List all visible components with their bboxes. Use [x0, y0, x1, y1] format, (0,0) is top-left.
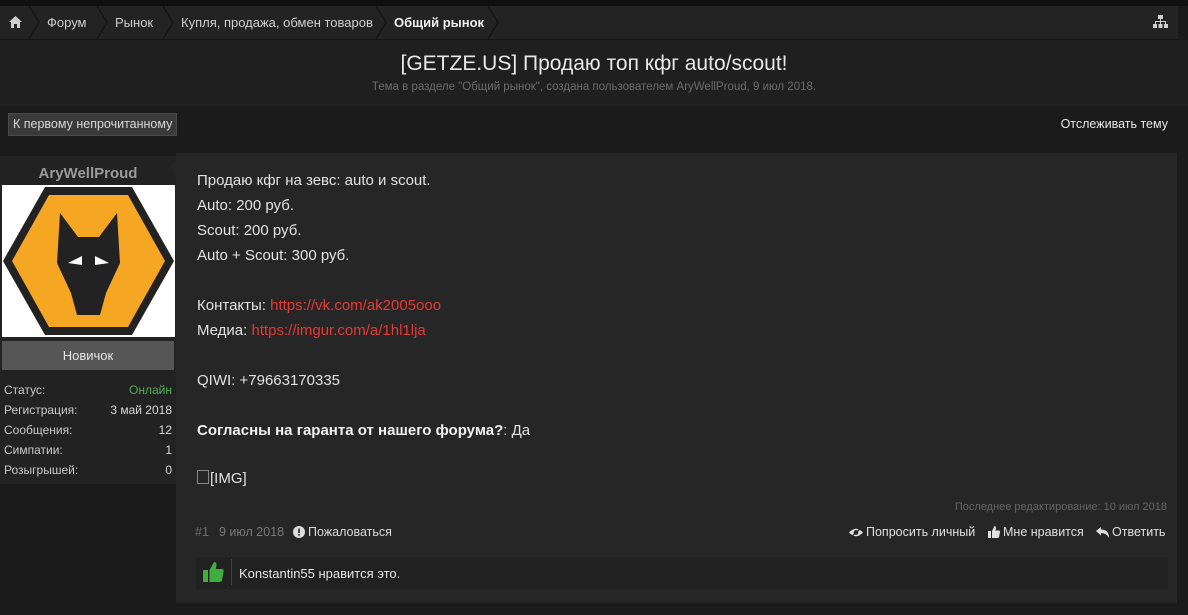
- contacts-line: Контакты: https://vk.com/ak2005ooo: [197, 297, 441, 314]
- broken-image-icon: [197, 470, 209, 484]
- report-label: Пожаловаться: [308, 525, 392, 539]
- user-stat-likes: Симпатии: 1: [4, 443, 172, 463]
- post-arrow: [170, 160, 177, 174]
- guarantee-answer: : Да: [503, 422, 531, 439]
- stat-label: Сообщения:: [4, 423, 73, 437]
- thumbs-up-icon: [203, 562, 224, 582]
- exclamation-circle-icon: [293, 526, 305, 538]
- breadcrumb-separator: [487, 6, 499, 39]
- report-link[interactable]: Пожаловаться: [293, 525, 392, 539]
- reply-button[interactable]: Ответить: [1096, 525, 1165, 539]
- private-request-link[interactable]: Попросить личный: [849, 525, 975, 539]
- stat-value: Онлайн: [129, 383, 172, 397]
- like-button[interactable]: Мне нравится: [988, 525, 1084, 539]
- likes-divider: [231, 559, 232, 585]
- reply-label: Ответить: [1112, 525, 1166, 539]
- post-line: Продаю кфг на зевс: auto и scout.: [197, 172, 431, 189]
- user-stat-status: Статус: Онлайн: [4, 383, 172, 403]
- breadcrumb-trade[interactable]: Купля, продажа, обмен товаров: [165, 6, 373, 39]
- guarantee-question: Согласны на гаранта от нашего форума?: [197, 422, 504, 439]
- right-gap: [1178, 6, 1188, 39]
- reply-icon: [1096, 527, 1109, 538]
- user-stat-registration: Регистрация: 3 май 2018: [4, 403, 172, 423]
- home-icon[interactable]: [9, 16, 22, 28]
- stat-label: Розыгрышей:: [4, 463, 79, 477]
- contacts-label: Контакты:: [197, 297, 271, 314]
- thread-action-bar: [0, 106, 1188, 142]
- media-link[interactable]: https://imgur.com/a/1hl1lja: [252, 322, 426, 339]
- watch-thread-link[interactable]: Отслеживать тему: [1061, 117, 1168, 131]
- user-stat-giveaways: Розыгрышей: 0: [4, 463, 172, 483]
- like-label: Мне нравится: [1003, 525, 1084, 539]
- likes-text[interactable]: Konstantin55 нравится это.: [239, 566, 400, 581]
- stat-value: 12: [158, 423, 172, 437]
- post-number[interactable]: #1: [195, 525, 209, 539]
- thumbs-up-icon: [988, 526, 1000, 538]
- media-line: Медиа: https://imgur.com/a/1hl1lja: [197, 322, 426, 339]
- post-line: Auto + Scout: 300 руб.: [197, 247, 350, 264]
- wolf-logo-icon: [3, 187, 174, 335]
- thread-subtitle: Тема в разделе "Общий рынок", создана по…: [371, 81, 817, 93]
- contacts-link[interactable]: https://vk.com/ak2005ooo: [270, 297, 441, 314]
- breadcrumb-general-market[interactable]: Общий рынок: [378, 6, 484, 39]
- media-label: Медиа:: [197, 322, 252, 339]
- private-request-label: Попросить личный: [866, 525, 976, 539]
- breadcrumb: Форум Рынок Купля, продажа, обмен товаро…: [0, 6, 1178, 40]
- broken-image[interactable]: [IMG]: [197, 470, 247, 487]
- stat-value: 3 май 2018: [110, 403, 172, 417]
- user-rank-badge: Новичок: [2, 341, 174, 370]
- thread-title: [GETZE.US] Продаю топ кфг auto/scout!: [400, 52, 788, 75]
- stat-label: Регистрация:: [4, 403, 78, 417]
- qiwi-line: QIWI: +79663170335: [197, 372, 341, 389]
- sitemap-icon[interactable]: [1153, 15, 1168, 29]
- user-stat-messages: Сообщения: 12: [4, 423, 172, 443]
- first-unread-button[interactable]: К первому непрочитанному: [8, 113, 178, 136]
- post-date[interactable]: 9 июл 2018: [219, 525, 284, 539]
- eye-icon: [849, 527, 863, 538]
- breadcrumb-market[interactable]: Рынок: [99, 6, 153, 39]
- stat-label: Статус:: [4, 383, 46, 397]
- post-line: Scout: 200 руб.: [197, 222, 302, 239]
- image-alt-text: [IMG]: [210, 470, 247, 487]
- stat-value: 0: [165, 463, 172, 477]
- avatar[interactable]: [2, 185, 175, 337]
- breadcrumb-forum[interactable]: Форум: [31, 6, 87, 39]
- guarantee-line: Согласны на гаранта от нашего форума?: Д…: [197, 422, 530, 439]
- last-edited: Последнее редактирование: 10 июл 2018: [954, 501, 1167, 513]
- username[interactable]: AryWellProud: [0, 165, 176, 182]
- stat-value: 1: [165, 443, 172, 457]
- post-line: Auto: 200 руб.: [197, 197, 294, 214]
- stat-label: Симпатии:: [4, 443, 63, 457]
